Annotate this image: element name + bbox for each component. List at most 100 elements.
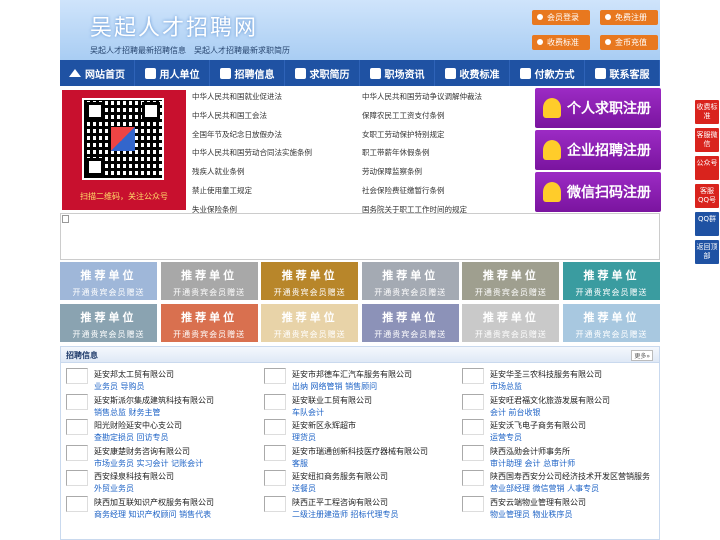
company-logo[interactable] (462, 444, 484, 461)
promo-tile[interactable]: 推荐单位 开通贵宾会员赠送 (160, 262, 258, 300)
job-positions[interactable]: 商务经理 知识产权顾问 销售代表 (94, 509, 211, 520)
job-positions[interactable]: 业务员 导购员 (94, 381, 145, 392)
nav-employers[interactable]: 用人单位 (135, 60, 210, 86)
company-logo[interactable] (66, 393, 88, 410)
law-link[interactable]: 全国年节及纪念日放假办法 (192, 129, 282, 140)
company-logo[interactable] (264, 368, 286, 384)
company-name[interactable]: 西安云端物业管理有限公司 (490, 497, 586, 508)
company-name[interactable]: 延安旺君福文化旅游发展有限公司 (490, 395, 610, 406)
job-positions[interactable]: 外贸业务员 (94, 483, 134, 494)
nav-resumes[interactable]: 求职简历 (285, 60, 360, 86)
job-positions[interactable]: 会计 前台收银 (490, 407, 541, 418)
company-logo[interactable] (462, 495, 484, 512)
side-button[interactable]: 公众号 (695, 156, 719, 180)
law-link[interactable]: 禁止使用童工规定 (192, 185, 252, 196)
side-button[interactable]: 返回顶部 (695, 240, 719, 264)
job-positions[interactable]: 送餐员 (292, 483, 316, 494)
side-button[interactable]: 客服微信 (695, 128, 719, 152)
company-name[interactable]: 延安斯派尔集成建筑科技有限公司 (94, 395, 214, 406)
company-logo[interactable] (462, 368, 484, 384)
company-logo[interactable] (66, 368, 88, 384)
promo-tile[interactable]: 推荐单位 开通贵宾会员赠送 (563, 262, 660, 300)
company-name[interactable]: 延安康楚财务咨询有限公司 (94, 446, 190, 457)
company-logo[interactable] (462, 419, 484, 435)
wechat-register-button[interactable]: 微信扫码注册 (535, 172, 661, 212)
job-positions[interactable]: 客服 (292, 458, 308, 469)
law-link[interactable]: 残疾人就业条例 (192, 166, 245, 177)
law-link[interactable]: 保障农民工工资支付条例 (362, 110, 445, 121)
company-name[interactable]: 延安市邦德车汇汽车服务有限公司 (292, 369, 412, 380)
job-positions[interactable]: 运营专员 (490, 432, 522, 443)
login-button[interactable]: 会员登录 (532, 10, 590, 25)
promo-tile[interactable]: 推荐单位 开通贵宾会员赠送 (60, 262, 157, 300)
company-name[interactable]: 延安纽扣商务服务有限公司 (292, 471, 388, 482)
company-name[interactable]: 延安市瑞通创新科技医疗器械有限公司 (292, 446, 428, 457)
company-name[interactable]: 西安绿泉科技有限公司 (94, 471, 174, 482)
law-link[interactable]: 中华人民共和国劳动争议调解仲裁法 (362, 91, 482, 102)
company-logo[interactable] (264, 495, 286, 512)
law-link[interactable]: 中华人民共和国劳动合同法实施条例 (192, 147, 312, 158)
company-name[interactable]: 陕西国寿西安分公司经济技术开发区营销服务 (490, 471, 650, 482)
law-link[interactable]: 劳动保障监察条例 (362, 166, 422, 177)
job-positions[interactable]: 出纳 网络管销 销售顾问 (292, 381, 377, 392)
nav-news[interactable]: 职场资讯 (360, 60, 435, 86)
promo-tile[interactable]: 推荐单位 开通贵宾会员赠送 (60, 304, 157, 342)
nav-fees[interactable]: 收费标准 (435, 60, 510, 86)
company-name[interactable]: 延安华圣三农科技服务有限公司 (490, 369, 602, 380)
job-positions[interactable]: 审计助理 会计 总审计师 (490, 458, 575, 469)
promo-tile[interactable]: 推荐单位 开通贵宾会员赠送 (462, 262, 560, 300)
promo-tile[interactable]: 推荐单位 开通贵宾会员赠送 (160, 304, 258, 342)
promo-tile[interactable]: 推荐单位 开通贵宾会员赠送 (462, 304, 560, 342)
law-link[interactable]: 中华人民共和国工会法 (192, 110, 267, 121)
promo-tile[interactable]: 推荐单位 开通贵宾会员赠送 (563, 304, 660, 342)
company-logo[interactable] (462, 470, 484, 486)
register-button[interactable]: 免费注册 (600, 10, 658, 25)
personal-register-button[interactable]: 个人求职注册 (535, 88, 661, 128)
promo-tile[interactable]: 推荐单位 开通贵宾会员赠送 (361, 262, 459, 300)
job-positions[interactable]: 市场业务员 实习会计 记账会计 (94, 458, 203, 469)
coin-recharge-button[interactable]: 金币充值 (600, 35, 658, 50)
company-name[interactable]: 阳光财险延安中心支公司 (94, 420, 182, 431)
company-name[interactable]: 陕西泓勋会计师事务所 (490, 446, 570, 457)
nav-jobs[interactable]: 招聘信息 (210, 60, 285, 86)
nav-support[interactable]: 联系客服 (585, 60, 660, 86)
law-link[interactable]: 女职工劳动保护特别规定 (362, 129, 445, 140)
company-logo[interactable] (66, 419, 88, 435)
company-logo[interactable] (462, 393, 484, 410)
side-button[interactable]: 客服QQ号 (695, 184, 719, 208)
job-positions[interactable]: 二级注册建造师 招标代理专员 (292, 509, 399, 520)
promo-tile[interactable]: 推荐单位 开通贵宾会员赠送 (261, 262, 359, 300)
job-positions[interactable]: 理货员 (292, 432, 316, 443)
company-name[interactable]: 陕西正平工程咨询有限公司 (292, 497, 388, 508)
promo-tile[interactable]: 推荐单位 开通贵宾会员赠送 (361, 304, 459, 342)
fee-standard-button[interactable]: 收费标准 (532, 35, 590, 50)
company-name[interactable]: 延安新区永辉超市 (292, 420, 356, 431)
law-link[interactable]: 社会保险费征缴暂行条例 (362, 185, 445, 196)
job-positions[interactable]: 查勘定损员 回访专员 (94, 432, 169, 443)
nav-payment[interactable]: 付款方式 (510, 60, 585, 86)
job-positions[interactable]: 营业部经理 微信营销 人事专员 (490, 483, 599, 494)
ad-banner[interactable] (60, 213, 660, 260)
law-link[interactable]: 中华人民共和国就业促进法 (192, 91, 282, 102)
job-positions[interactable]: 销售总监 财务主管 (94, 407, 161, 418)
promo-tile[interactable]: 推荐单位 开通贵宾会员赠送 (261, 304, 359, 342)
company-name[interactable]: 延安联业工贸有限公司 (292, 395, 372, 406)
side-button[interactable]: 收费标准 (695, 100, 719, 124)
nav-home[interactable]: 网站首页 (60, 60, 135, 86)
company-register-button[interactable]: 企业招聘注册 (535, 130, 661, 170)
side-button[interactable]: QQ群 (695, 212, 719, 236)
company-name[interactable]: 延安邦太工贸有限公司 (94, 369, 174, 380)
law-link[interactable]: 职工带薪年休假条例 (362, 147, 430, 158)
company-logo[interactable] (66, 495, 88, 512)
job-positions[interactable]: 物业管理员 物业秩序员 (490, 509, 573, 520)
company-logo[interactable] (66, 444, 88, 461)
company-logo[interactable] (264, 444, 286, 461)
company-logo[interactable] (264, 393, 286, 410)
site-title[interactable]: 吴起人才招聘网 (90, 10, 258, 42)
job-positions[interactable]: 市场总监 (490, 381, 522, 392)
company-name[interactable]: 延安沃飞电子商务有限公司 (490, 420, 586, 431)
company-logo[interactable] (66, 470, 88, 486)
company-logo[interactable] (264, 419, 286, 435)
company-logo[interactable] (264, 470, 286, 486)
job-positions[interactable]: 车队会计 (292, 407, 324, 418)
